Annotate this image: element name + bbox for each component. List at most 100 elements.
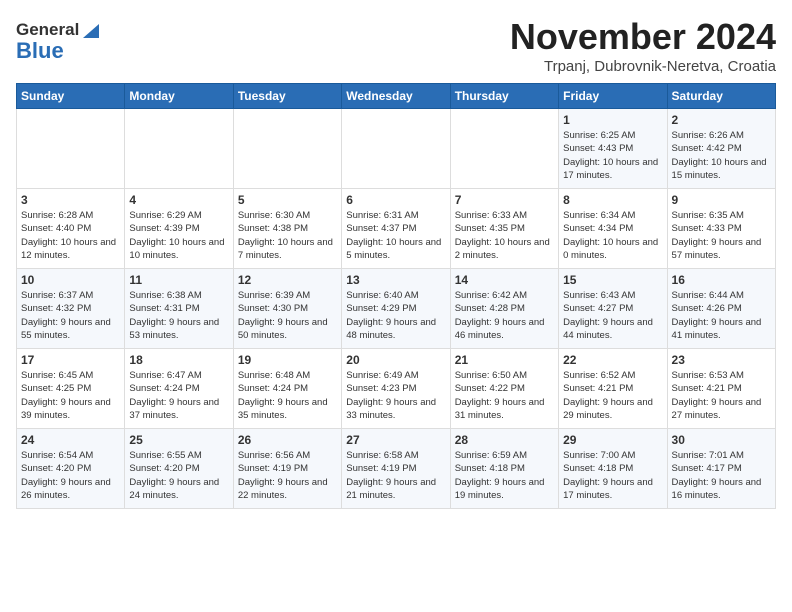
day-number: 14 bbox=[455, 273, 554, 287]
weekday-header-monday: Monday bbox=[125, 84, 233, 109]
day-info: Sunrise: 6:33 AM Sunset: 4:35 PM Dayligh… bbox=[455, 209, 554, 262]
day-number: 28 bbox=[455, 433, 554, 447]
day-cell-7: 7 Sunrise: 6:33 AM Sunset: 4:35 PM Daylig… bbox=[450, 189, 558, 269]
title-block: November 2024 Trpanj, Dubrovnik-Neretva,… bbox=[510, 16, 776, 75]
empty-cell bbox=[17, 109, 125, 189]
week-row-3: 17Sunrise: 6:45 AM Sunset: 4:25 PM Dayli… bbox=[17, 349, 776, 429]
page-header: General Blue November 2024 Trpanj, Dubro… bbox=[16, 16, 776, 75]
day-number: 2 bbox=[672, 113, 771, 127]
weekday-header-thursday: Thursday bbox=[450, 84, 558, 109]
day-info: Sunrise: 7:01 AM Sunset: 4:17 PM Dayligh… bbox=[672, 449, 771, 502]
day-number: 20 bbox=[346, 353, 445, 367]
day-info: Sunrise: 6:59 AM Sunset: 4:18 PM Dayligh… bbox=[455, 449, 554, 502]
day-info: Sunrise: 6:56 AM Sunset: 4:19 PM Dayligh… bbox=[238, 449, 337, 502]
day-number: 25 bbox=[129, 433, 228, 447]
day-number: 10 bbox=[21, 273, 120, 287]
day-number: 1 bbox=[563, 113, 662, 127]
day-info: Sunrise: 6:40 AM Sunset: 4:29 PM Dayligh… bbox=[346, 289, 445, 342]
day-info: Sunrise: 6:28 AM Sunset: 4:40 PM Dayligh… bbox=[21, 209, 120, 262]
day-number: 30 bbox=[672, 433, 771, 447]
day-number: 19 bbox=[238, 353, 337, 367]
day-number: 4 bbox=[129, 193, 228, 207]
day-cell-29: 29 Sunrise: 7:00 AM Sunset: 4:18 PM Dayli… bbox=[559, 429, 667, 509]
day-info: Sunrise: 6:48 AM Sunset: 4:24 PM Dayligh… bbox=[238, 369, 337, 422]
day-number: 26 bbox=[238, 433, 337, 447]
day-number: 9 bbox=[672, 193, 771, 207]
day-number: 29 bbox=[563, 433, 662, 447]
day-info: Sunrise: 6:44 AM Sunset: 4:26 PM Dayligh… bbox=[672, 289, 771, 342]
day-info: Sunrise: 6:35 AM Sunset: 4:33 PM Dayligh… bbox=[672, 209, 771, 262]
day-cell-28: 28 Sunrise: 6:59 AM Sunset: 4:18 PM Dayli… bbox=[450, 429, 558, 509]
day-cell-25: 25 Sunrise: 6:55 AM Sunset: 4:20 PM Dayli… bbox=[125, 429, 233, 509]
day-cell-9: 9 Sunrise: 6:35 AM Sunset: 4:33 PM Daylig… bbox=[667, 189, 775, 269]
day-info: Sunrise: 6:31 AM Sunset: 4:37 PM Dayligh… bbox=[346, 209, 445, 262]
weekday-header-sunday: Sunday bbox=[17, 84, 125, 109]
location: Trpanj, Dubrovnik-Neretva, Croatia bbox=[510, 58, 776, 75]
day-cell-6: 6 Sunrise: 6:31 AM Sunset: 4:37 PM Daylig… bbox=[342, 189, 450, 269]
day-number: 18 bbox=[129, 353, 228, 367]
weekday-header-wednesday: Wednesday bbox=[342, 84, 450, 109]
day-cell-4: 4 Sunrise: 6:29 AM Sunset: 4:39 PM Daylig… bbox=[125, 189, 233, 269]
day-info: Sunrise: 6:52 AM Sunset: 4:21 PM Dayligh… bbox=[563, 369, 662, 422]
day-info: Sunrise: 6:25 AM Sunset: 4:43 PM Dayligh… bbox=[563, 129, 662, 182]
empty-cell bbox=[450, 109, 558, 189]
empty-cell bbox=[233, 109, 341, 189]
day-number: 11 bbox=[129, 273, 228, 287]
calendar-table: SundayMondayTuesdayWednesdayThursdayFrid… bbox=[16, 83, 776, 509]
day-cell-18: 18 Sunrise: 6:47 AM Sunset: 4:24 PM Dayli… bbox=[125, 349, 233, 429]
week-row-4: 24Sunrise: 6:54 AM Sunset: 4:20 PM Dayli… bbox=[17, 429, 776, 509]
day-number: 24 bbox=[21, 433, 120, 447]
day-info: Sunrise: 6:58 AM Sunset: 4:19 PM Dayligh… bbox=[346, 449, 445, 502]
month-title: November 2024 bbox=[510, 16, 776, 58]
logo-blue: Blue bbox=[16, 40, 64, 62]
day-info: Sunrise: 6:38 AM Sunset: 4:31 PM Dayligh… bbox=[129, 289, 228, 342]
day-info: Sunrise: 6:30 AM Sunset: 4:38 PM Dayligh… bbox=[238, 209, 337, 262]
empty-cell bbox=[125, 109, 233, 189]
day-cell-10: 10 Sunrise: 6:37 AM Sunset: 4:32 PM Dayli… bbox=[17, 269, 125, 349]
day-number: 17 bbox=[21, 353, 120, 367]
day-cell-13: 13 Sunrise: 6:40 AM Sunset: 4:29 PM Dayli… bbox=[342, 269, 450, 349]
day-info: Sunrise: 6:29 AM Sunset: 4:39 PM Dayligh… bbox=[129, 209, 228, 262]
day-number: 13 bbox=[346, 273, 445, 287]
logo-triangle-icon bbox=[81, 20, 101, 40]
day-cell-12: 12Sunrise: 6:39 AM Sunset: 4:30 PM Dayli… bbox=[233, 269, 341, 349]
day-info: Sunrise: 6:49 AM Sunset: 4:23 PM Dayligh… bbox=[346, 369, 445, 422]
week-row-2: 10 Sunrise: 6:37 AM Sunset: 4:32 PM Dayli… bbox=[17, 269, 776, 349]
day-cell-15: 15 Sunrise: 6:43 AM Sunset: 4:27 PM Dayli… bbox=[559, 269, 667, 349]
day-cell-21: 21 Sunrise: 6:50 AM Sunset: 4:22 PM Dayli… bbox=[450, 349, 558, 429]
day-cell-1: 1 Sunrise: 6:25 AM Sunset: 4:43 PM Daylig… bbox=[559, 109, 667, 189]
day-info: Sunrise: 6:26 AM Sunset: 4:42 PM Dayligh… bbox=[672, 129, 771, 182]
day-cell-26: 26 Sunrise: 6:56 AM Sunset: 4:19 PM Dayli… bbox=[233, 429, 341, 509]
day-cell-3: 3 Sunrise: 6:28 AM Sunset: 4:40 PM Daylig… bbox=[17, 189, 125, 269]
day-cell-19: 19 Sunrise: 6:48 AM Sunset: 4:24 PM Dayli… bbox=[233, 349, 341, 429]
weekday-header-friday: Friday bbox=[559, 84, 667, 109]
day-info: Sunrise: 6:39 AM Sunset: 4:30 PM Dayligh… bbox=[238, 289, 337, 342]
day-number: 8 bbox=[563, 193, 662, 207]
day-number: 21 bbox=[455, 353, 554, 367]
day-info: Sunrise: 6:55 AM Sunset: 4:20 PM Dayligh… bbox=[129, 449, 228, 502]
day-number: 7 bbox=[455, 193, 554, 207]
day-cell-22: 22Sunrise: 6:52 AM Sunset: 4:21 PM Dayli… bbox=[559, 349, 667, 429]
day-cell-24: 24Sunrise: 6:54 AM Sunset: 4:20 PM Dayli… bbox=[17, 429, 125, 509]
day-cell-14: 14Sunrise: 6:42 AM Sunset: 4:28 PM Dayli… bbox=[450, 269, 558, 349]
day-cell-23: 23 Sunrise: 6:53 AM Sunset: 4:21 PM Dayli… bbox=[667, 349, 775, 429]
day-info: Sunrise: 6:37 AM Sunset: 4:32 PM Dayligh… bbox=[21, 289, 120, 342]
day-info: Sunrise: 6:34 AM Sunset: 4:34 PM Dayligh… bbox=[563, 209, 662, 262]
logo-general: General bbox=[16, 20, 79, 40]
day-info: Sunrise: 6:47 AM Sunset: 4:24 PM Dayligh… bbox=[129, 369, 228, 422]
weekday-header-row: SundayMondayTuesdayWednesdayThursdayFrid… bbox=[17, 84, 776, 109]
day-info: Sunrise: 6:50 AM Sunset: 4:22 PM Dayligh… bbox=[455, 369, 554, 422]
day-cell-20: 20 Sunrise: 6:49 AM Sunset: 4:23 PM Dayli… bbox=[342, 349, 450, 429]
day-number: 15 bbox=[563, 273, 662, 287]
week-row-1: 3 Sunrise: 6:28 AM Sunset: 4:40 PM Daylig… bbox=[17, 189, 776, 269]
day-info: Sunrise: 6:43 AM Sunset: 4:27 PM Dayligh… bbox=[563, 289, 662, 342]
empty-cell bbox=[342, 109, 450, 189]
day-info: Sunrise: 6:53 AM Sunset: 4:21 PM Dayligh… bbox=[672, 369, 771, 422]
day-number: 6 bbox=[346, 193, 445, 207]
day-cell-16: 16 Sunrise: 6:44 AM Sunset: 4:26 PM Dayli… bbox=[667, 269, 775, 349]
day-number: 3 bbox=[21, 193, 120, 207]
day-info: Sunrise: 7:00 AM Sunset: 4:18 PM Dayligh… bbox=[563, 449, 662, 502]
day-number: 16 bbox=[672, 273, 771, 287]
day-number: 23 bbox=[672, 353, 771, 367]
day-cell-11: 11 Sunrise: 6:38 AM Sunset: 4:31 PM Dayli… bbox=[125, 269, 233, 349]
